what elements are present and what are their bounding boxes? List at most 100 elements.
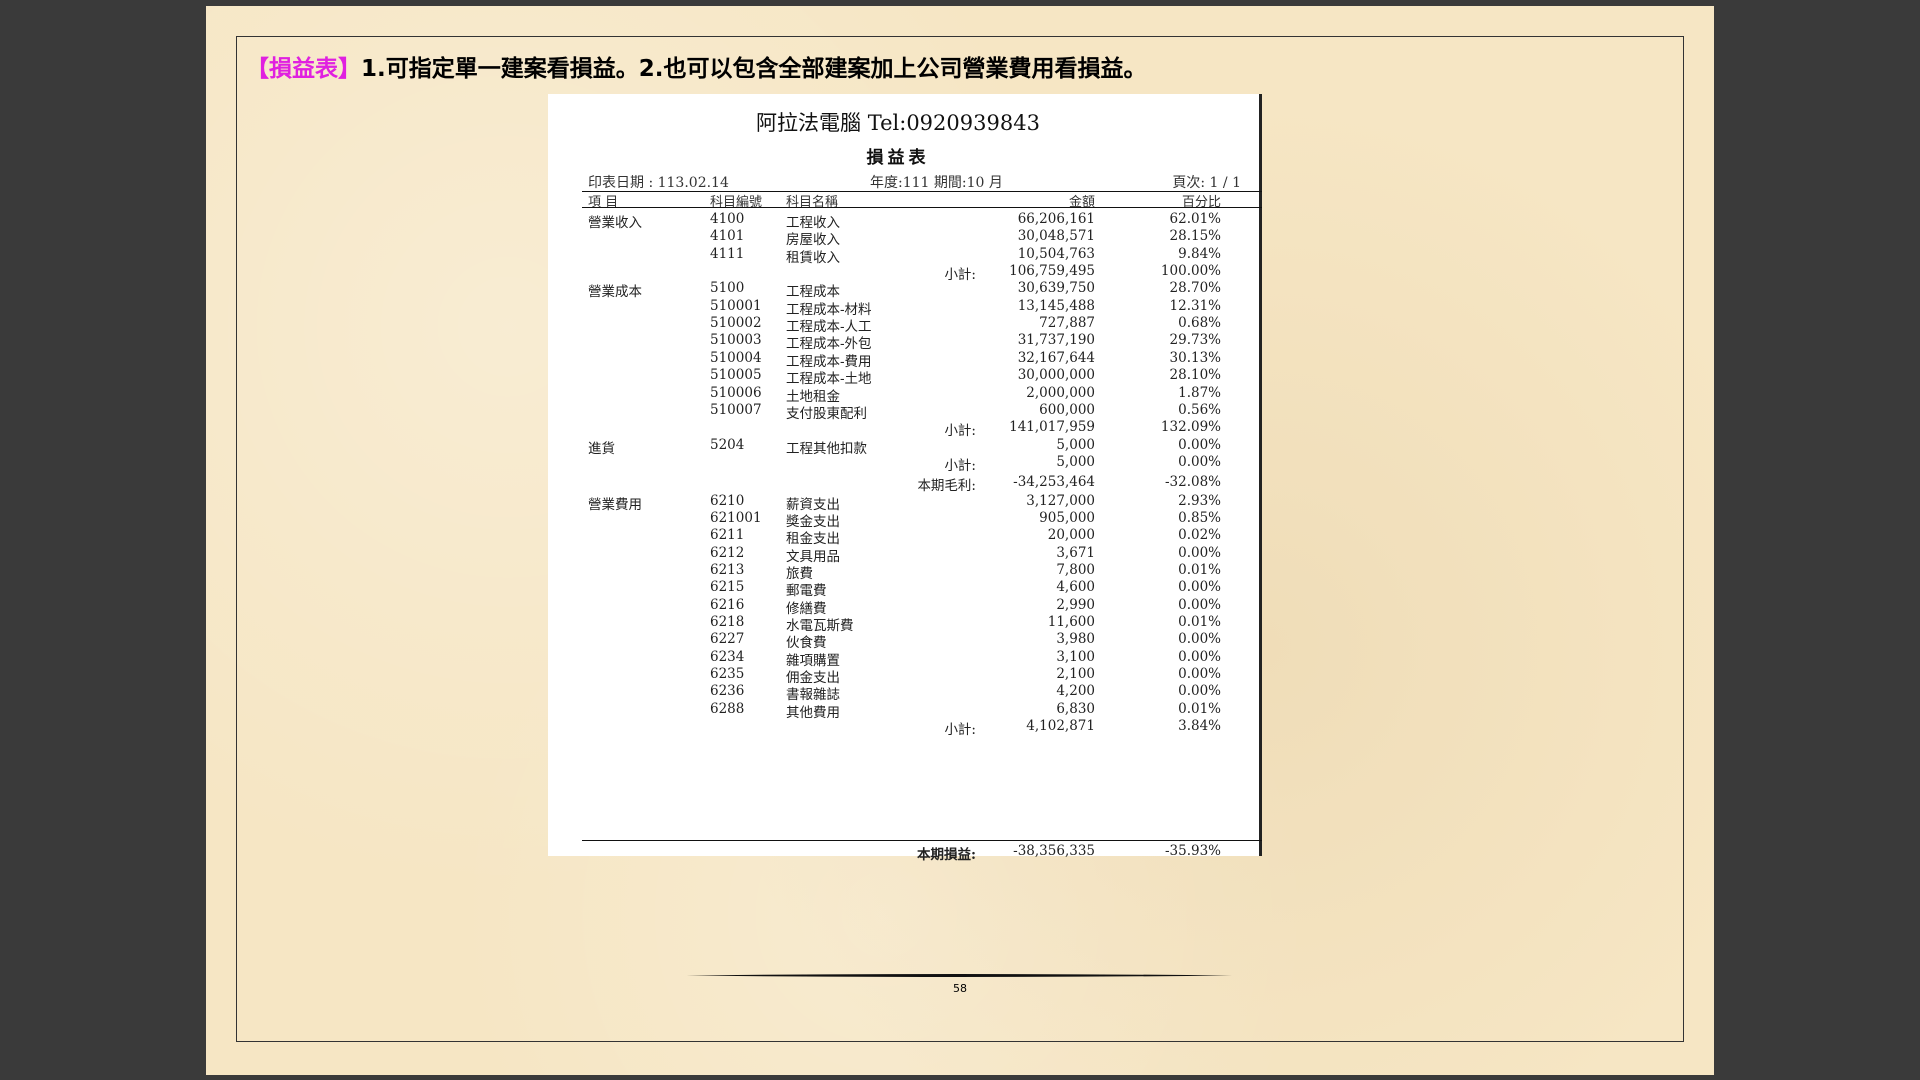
row-code: 621001 — [710, 509, 762, 526]
row-code: 6288 — [710, 700, 745, 717]
row-code: 4101 — [710, 228, 745, 245]
row-amount: 600,000 — [1039, 401, 1095, 418]
report-title: 損益表 — [866, 148, 930, 168]
row-code: 510005 — [710, 367, 762, 384]
row-percent: 62.01% — [1169, 211, 1221, 227]
row-code: 510003 — [710, 332, 762, 349]
row-amount: 106,759,495 — [1009, 263, 1095, 280]
row-percent: 28.10% — [1169, 367, 1221, 384]
row-percent: 0.00% — [1178, 544, 1221, 561]
row-percent: 1.87% — [1178, 384, 1221, 401]
row-amount: 3,100 — [1056, 648, 1095, 665]
row-percent: 0.68% — [1178, 315, 1221, 332]
row-amount: 30,639,750 — [1017, 280, 1095, 297]
row-label: 本期毛利: — [917, 477, 976, 494]
page-number: 58 — [953, 982, 967, 995]
net-income-percent: -35.93% — [1164, 843, 1221, 859]
row-name: 支付股東配利 — [786, 405, 867, 422]
row-code: 6216 — [710, 596, 745, 613]
row-item: 進貨 — [588, 440, 615, 457]
row-percent: 0.00% — [1178, 683, 1221, 700]
row-code: 5100 — [710, 280, 745, 297]
row-item: 營業費用 — [588, 496, 642, 513]
row-percent: 12.31% — [1169, 297, 1221, 314]
row-amount: 3,980 — [1056, 631, 1095, 648]
row-code: 6211 — [710, 527, 745, 544]
row-amount: 6,830 — [1056, 700, 1095, 717]
row-label: 小計: — [944, 267, 976, 284]
row-percent: 0.01% — [1178, 614, 1221, 631]
footer-divider — [686, 974, 1232, 977]
row-percent: 0.00% — [1178, 436, 1221, 453]
row-percent: 100.00% — [1160, 263, 1221, 280]
row-amount: 3,671 — [1056, 544, 1095, 561]
row-amount: 20,000 — [1047, 527, 1095, 544]
row-amount: 2,990 — [1056, 596, 1095, 613]
row-amount: 5,000 — [1056, 436, 1095, 453]
row-amount: 5,000 — [1056, 453, 1095, 470]
row-percent: 2.93% — [1178, 492, 1221, 509]
row-percent: 0.02% — [1178, 527, 1221, 544]
header-bottom-rule — [582, 207, 1262, 208]
row-code: 6213 — [710, 562, 745, 578]
row-amount: 3,127,000 — [1026, 492, 1095, 509]
report-period: 年度:111 期間:10 月 — [870, 175, 1003, 191]
row-amount: 4,200 — [1056, 683, 1095, 700]
row-percent: 0.56% — [1178, 401, 1221, 418]
print-date: 印表日期 : 113.02.14 — [588, 175, 729, 191]
row-percent: 0.00% — [1178, 648, 1221, 665]
row-code: 5204 — [710, 436, 745, 453]
total-rule — [582, 840, 1262, 841]
row-code: 510001 — [710, 297, 762, 314]
row-code: 6210 — [710, 492, 745, 509]
row-percent: 0.01% — [1178, 562, 1221, 578]
row-percent: 0.00% — [1178, 579, 1221, 596]
row-name: 其他費用 — [786, 704, 840, 721]
header-top-rule — [582, 191, 1262, 192]
row-percent: 3.84% — [1178, 718, 1221, 735]
slide: 【損益表】1.可指定單一建案看損益。2.也可以包含全部建案加上公司營業費用看損益… — [206, 6, 1714, 1075]
row-amount: -34,253,464 — [1013, 473, 1095, 490]
row-amount: 905,000 — [1039, 509, 1095, 526]
row-amount: 32,167,644 — [1017, 349, 1095, 366]
row-percent: 28.15% — [1169, 228, 1221, 245]
row-amount: 4,102,871 — [1026, 718, 1095, 735]
row-label: 小計: — [944, 423, 976, 440]
row-percent: 29.73% — [1169, 332, 1221, 349]
row-label: 小計: — [944, 457, 976, 474]
row-amount: 141,017,959 — [1009, 419, 1095, 436]
row-code: 510007 — [710, 401, 762, 418]
income-statement-report: 阿拉法電腦 Tel:0920939843 損益表 印表日期 : 113.02.1… — [548, 94, 1262, 863]
row-percent: 0.00% — [1178, 631, 1221, 648]
row-amount: 4,600 — [1056, 579, 1095, 596]
row-code: 6215 — [710, 579, 745, 596]
row-percent: 9.84% — [1178, 245, 1221, 262]
row-code: 6235 — [710, 666, 745, 683]
row-code: 6227 — [710, 631, 745, 648]
row-percent: 28.70% — [1169, 280, 1221, 297]
row-amount: 30,000,000 — [1017, 367, 1095, 384]
slide-caption: 【損益表】1.可指定單一建案看損益。2.也可以包含全部建案加上公司營業費用看損益… — [246, 52, 1146, 86]
row-percent: 0.00% — [1178, 453, 1221, 470]
row-item: 營業成本 — [588, 284, 642, 301]
row-code: 510006 — [710, 384, 762, 401]
row-percent: 30.13% — [1169, 349, 1221, 366]
row-code: 6236 — [710, 683, 745, 700]
row-amount: 31,737,190 — [1017, 332, 1095, 349]
row-percent: 132.09% — [1160, 419, 1221, 436]
row-name: 工程其他扣款 — [786, 440, 867, 457]
row-code: 4100 — [710, 211, 745, 227]
row-amount: 7,800 — [1056, 562, 1095, 578]
row-amount: 11,600 — [1047, 614, 1095, 631]
row-percent: 0.00% — [1178, 666, 1221, 683]
row-percent: 0.01% — [1178, 700, 1221, 717]
row-code: 510004 — [710, 349, 762, 366]
row-amount: 2,100 — [1056, 666, 1095, 683]
report-page: 頁次: 1 / 1 — [1172, 175, 1241, 191]
caption-tag: 【損益表】 — [246, 56, 361, 82]
row-code: 510002 — [710, 315, 762, 332]
row-code: 4111 — [710, 245, 745, 262]
row-percent: -32.08% — [1164, 473, 1221, 490]
caption-text: 1.可指定單一建案看損益。2.也可以包含全部建案加上公司營業費用看損益。 — [361, 56, 1147, 82]
company-name: 阿拉法電腦 Tel:0920939843 — [756, 111, 1040, 135]
